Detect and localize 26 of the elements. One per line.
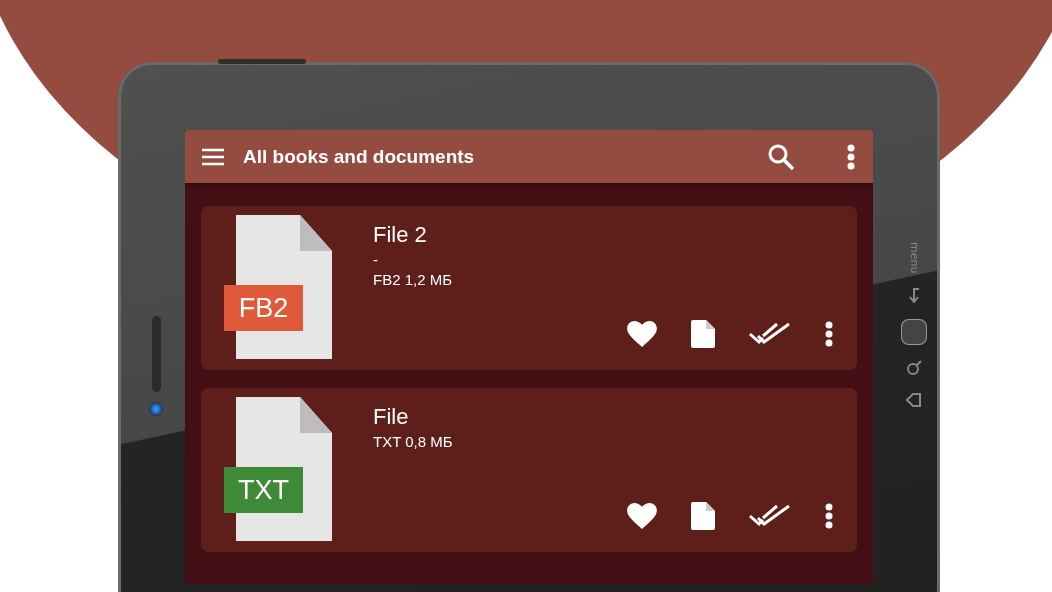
menu-icon[interactable] (201, 147, 225, 166)
document-icon[interactable] (691, 502, 715, 530)
file-author: - (373, 251, 379, 268)
heart-icon[interactable] (627, 321, 657, 347)
more-icon[interactable] (825, 321, 833, 347)
more-icon[interactable] (847, 143, 855, 170)
home-button[interactable] (901, 319, 927, 346)
search-icon (905, 359, 923, 378)
file-card[interactable]: FB2 File 2 - FB2 1,2 МБ (201, 206, 857, 370)
double-check-icon[interactable] (749, 504, 791, 528)
heart-icon[interactable] (627, 503, 657, 529)
file-name: File 2 (373, 222, 428, 248)
file-meta: FB2 1,2 МБ (373, 271, 453, 288)
double-check-icon[interactable] (749, 322, 791, 346)
file-meta: TXT 0,8 МБ (373, 433, 453, 450)
camera-lens (149, 402, 163, 416)
file-card[interactable]: TXT File TXT 0,8 МБ (201, 388, 857, 552)
format-badge: FB2 (224, 285, 303, 331)
search-icon[interactable] (767, 142, 795, 171)
more-icon[interactable] (825, 503, 833, 529)
home-outline-icon (905, 391, 923, 410)
file-name: File (373, 404, 410, 430)
app-title: All books and documents (243, 145, 476, 168)
document-icon[interactable] (691, 320, 715, 348)
menu-label: menu (907, 242, 921, 274)
format-badge: TXT (224, 467, 303, 513)
